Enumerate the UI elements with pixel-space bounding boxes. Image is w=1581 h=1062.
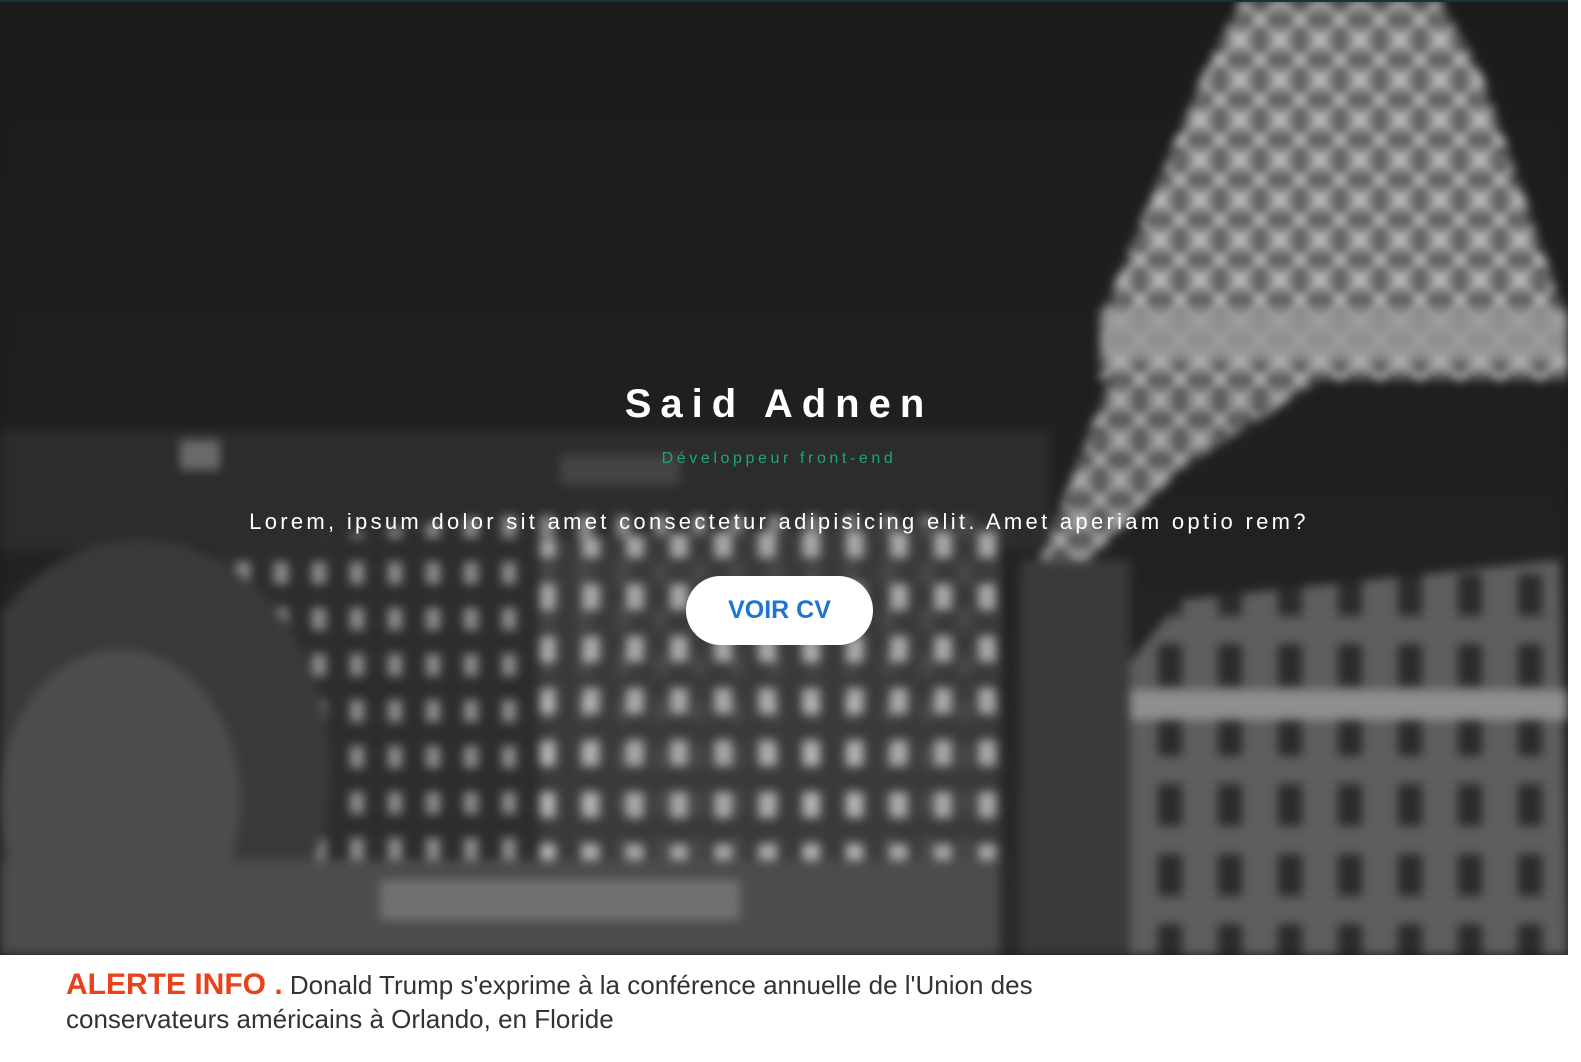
top-border <box>0 0 1568 2</box>
hero-tagline: Lorem, ipsum dolor sit amet consectetur … <box>249 509 1309 534</box>
hero-role: Développeur front-end <box>661 450 897 467</box>
alert-label: ALERTE INFO . <box>66 968 283 1001</box>
hero-name: Said Adnen <box>624 382 934 426</box>
hero-background-image <box>0 0 1568 955</box>
hero-section: Said Adnen Développeur front-end Lorem, … <box>0 0 1568 955</box>
news-alert: ALERTE INFO . Donald Trump s'exprime à l… <box>66 968 1186 1036</box>
view-cv-button[interactable]: VOIR CV <box>686 576 873 645</box>
page-scrollbar[interactable] <box>1568 0 1581 1062</box>
